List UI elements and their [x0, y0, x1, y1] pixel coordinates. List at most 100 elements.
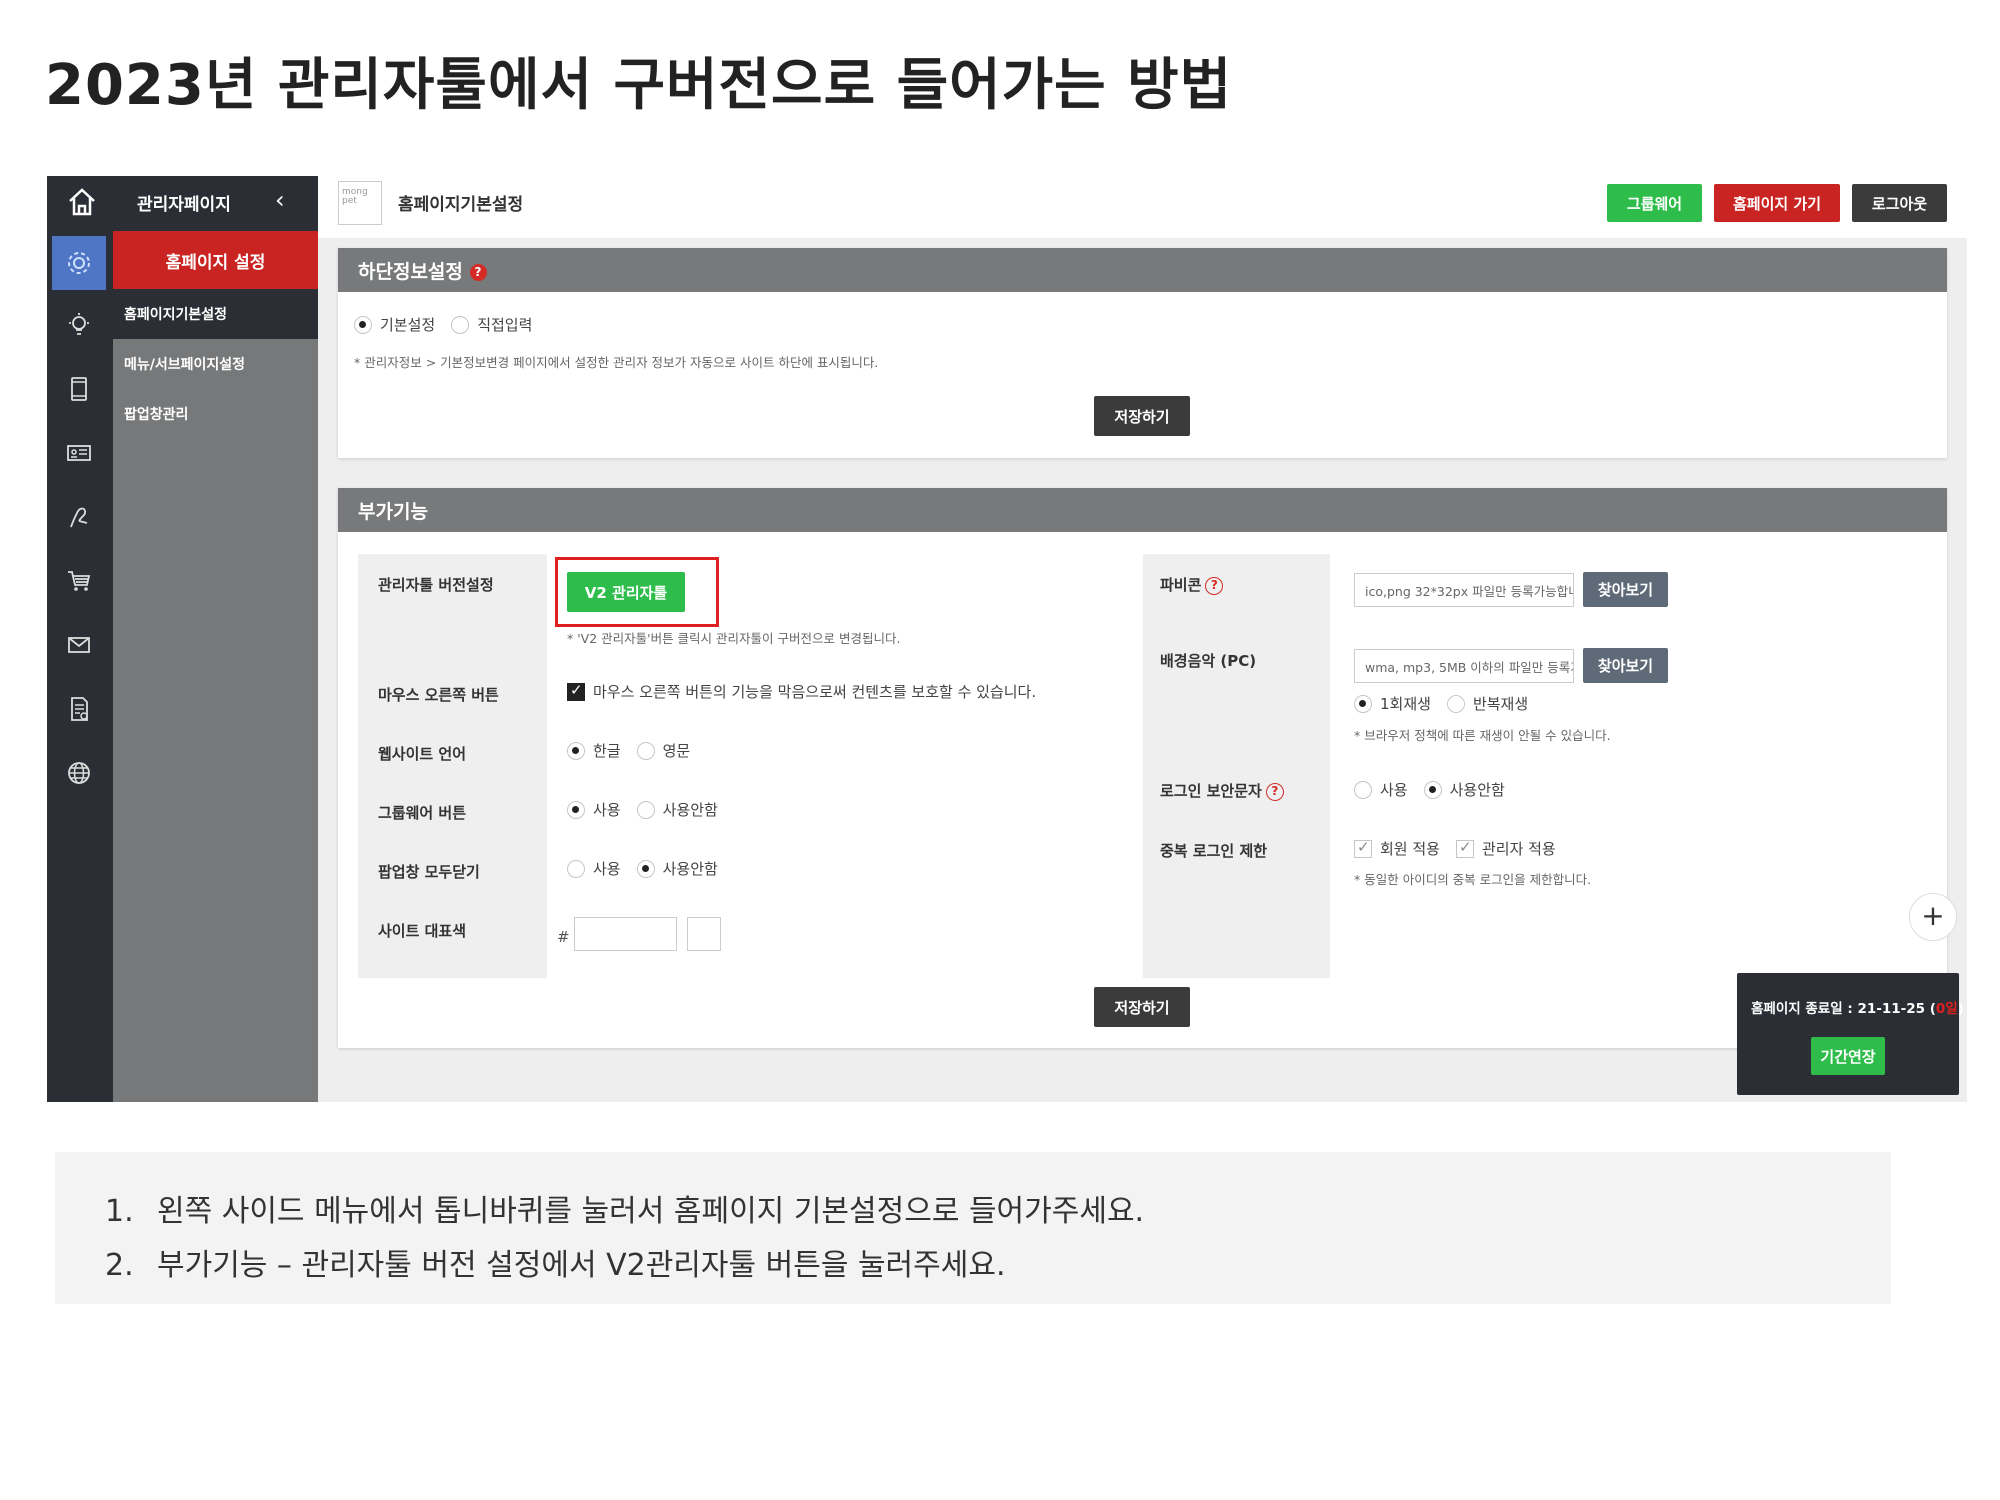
option-label: 영문 [662, 742, 691, 760]
instruction-2: 2. 부가기능 – 관리자툴 버전 설정에서 V2관리자툴 버튼을 눌러주세요. [105, 1240, 1006, 1284]
option-label: 관리자 적용 [1481, 840, 1556, 858]
expiry-paren: ) [1957, 1001, 1964, 1017]
language-options: 한글 영문 [567, 740, 706, 761]
groupware-button[interactable]: 그룹웨어 [1607, 184, 1702, 222]
bgm-options: 1회재생 반복재생 [1354, 693, 1544, 714]
help-icon[interactable]: ? [469, 264, 487, 281]
radio-use[interactable] [567, 859, 585, 878]
right-click-checkbox[interactable] [567, 681, 585, 701]
top-bar: mong pet 홈페이지기본설정 그룹웨어 홈페이지 가기 로그아웃 [318, 176, 1967, 238]
dup-login-note: * 동일한 아이디의 중복 로그인을 제한합니다. [1354, 872, 1592, 887]
option-label: 한글 [593, 742, 621, 760]
left-label-column [358, 554, 547, 978]
extra-features-card: 부가기능 관리자툴 버전설정 V2 관리자툴 * 'V2 관리자툴'버튼 클릭시… [338, 488, 1947, 1048]
language-label: 웹사이트 언어 [378, 745, 467, 763]
admin-screenshot: 관리자페이지 ‹ 홈페이지 설정 홈페이지기본설정 메뉴/서브페이지설정 팝업창… [47, 176, 1967, 1102]
radio-english[interactable] [636, 741, 655, 760]
collapse-chevron-icon[interactable]: ‹ [275, 186, 285, 214]
site-color-input[interactable] [574, 917, 677, 951]
page-title: 2023년 관리자툴에서 구버전으로 들어가는 방법 [45, 53, 1233, 118]
radio-not-use[interactable] [1423, 780, 1442, 799]
expiry-date: 홈페이지 종료일 : 21-11-25 ( [1751, 1001, 1936, 1017]
favicon-label-text: 파비콘 [1160, 576, 1202, 594]
submenu-title: 홈페이지 설정 [113, 231, 318, 289]
save-button[interactable]: 저장하기 [1094, 987, 1190, 1027]
radio-default[interactable] [354, 315, 372, 334]
option-label: 기본설정 [380, 316, 436, 334]
option-label: 사용 [593, 801, 621, 819]
captcha-options: 사용 사용안함 [1354, 779, 1521, 800]
admin-tool-note: * 'V2 관리자툴'버튼 클릭시 관리자툴이 구버전으로 변경됩니다. [567, 631, 901, 646]
gear-icon[interactable] [52, 236, 106, 290]
submenu-item-popup-manage[interactable]: 팝업창관리 [113, 389, 318, 439]
save-button[interactable]: 저장하기 [1094, 396, 1190, 436]
instruction-text: 부가기능 – 관리자툴 버전 설정에서 V2관리자툴 버튼을 눌러주세요. [157, 1248, 1006, 1283]
footer-info-options: 기본설정 직접입력 [354, 314, 548, 335]
bgm-file-input[interactable]: wma, mp3, 5MB 이하의 파일만 등록가능합니다 [1354, 649, 1574, 683]
site-color-label: 사이트 대표색 [378, 922, 467, 940]
dup-login-options: 회원 적용 관리자 적용 [1354, 838, 1572, 859]
instruction-text: 왼쪽 사이드 메뉴에서 톱니바퀴를 눌러서 홈페이지 기본설정으로 들어가주세요… [157, 1194, 1145, 1229]
radio-use[interactable] [567, 800, 585, 819]
groupware-options: 사용 사용안함 [567, 799, 734, 820]
brand-logo: mong pet [338, 181, 382, 225]
footer-info-header: 하단정보설정 ? [338, 248, 1947, 292]
topbar-title: 홈페이지기본설정 [398, 195, 524, 215]
globe-icon[interactable] [52, 746, 106, 800]
popup-close-options: 사용 사용안함 [567, 858, 734, 879]
right-click-label: 마우스 오른쪽 버튼 [378, 686, 499, 704]
radio-repeat[interactable] [1446, 694, 1465, 713]
bgm-note: * 브라우저 정책에 따른 재생이 안될 수 있습니다. [1354, 728, 1611, 743]
lightbulb-icon[interactable] [52, 298, 106, 352]
favicon-browse-button[interactable]: 찾아보기 [1583, 572, 1668, 607]
favicon-file-input[interactable]: ico,png 32*32px 파일만 등록가능합니다 [1354, 573, 1574, 607]
help-icon[interactable]: ? [1205, 576, 1224, 595]
member-checkbox[interactable] [1354, 838, 1372, 858]
radio-custom[interactable] [451, 315, 470, 334]
option-label: 사용안함 [1449, 781, 1505, 799]
extend-period-button[interactable]: 기간연장 [1811, 1037, 1885, 1075]
hash-prefix: # [557, 928, 570, 946]
plus-button[interactable]: + [1909, 893, 1957, 941]
groupware-label: 그룹웨어 버튼 [378, 804, 467, 822]
help-icon[interactable]: ? [1265, 782, 1284, 801]
submenu-item-menu-settings[interactable]: 메뉴/서브페이지설정 [113, 339, 318, 389]
sidebar-title: 관리자페이지 [137, 195, 231, 215]
option-label: 사용안함 [662, 860, 718, 878]
option-label: 회원 적용 [1380, 840, 1440, 858]
right-click-text: 마우스 오른쪽 버튼의 기능을 막음으로써 컨텐츠를 보호할 수 있습니다. [593, 683, 1037, 701]
expiry-text: 홈페이지 종료일 : 21-11-25 (0일) [1751, 997, 1964, 1017]
document-icon[interactable] [52, 682, 106, 736]
option-label: 사용 [593, 860, 621, 878]
radio-not-use[interactable] [636, 800, 655, 819]
tablet-icon[interactable] [52, 362, 106, 416]
captcha-label-text: 로그인 보안문자 [1160, 782, 1262, 800]
instruction-number: 2. [105, 1248, 134, 1283]
go-homepage-button[interactable]: 홈페이지 가기 [1714, 184, 1840, 222]
radio-play-once[interactable] [1354, 694, 1372, 713]
admin-checkbox[interactable] [1455, 838, 1474, 858]
hand-icon[interactable] [52, 490, 106, 544]
dup-login-label: 중복 로그인 제한 [1160, 842, 1268, 860]
id-card-icon[interactable] [52, 426, 106, 480]
expiry-widget: 홈페이지 종료일 : 21-11-25 (0일) 기간연장 [1737, 973, 1964, 1095]
radio-korean[interactable] [567, 741, 585, 760]
logout-button[interactable]: 로그아웃 [1852, 184, 1947, 222]
mail-icon[interactable] [52, 618, 106, 672]
admin-tool-label: 관리자툴 버전설정 [378, 576, 494, 594]
instruction-number: 1. [105, 1194, 134, 1229]
footer-info-card: 하단정보설정 ? 기본설정 직접입력 * 관리자정보 > 기본정보변경 페이지에서… [338, 248, 1947, 458]
option-label: 직접입력 [477, 316, 533, 334]
instruction-1: 1. 왼쪽 사이드 메뉴에서 톱니바퀴를 눌러서 홈페이지 기본설정으로 들어가주… [105, 1186, 1144, 1230]
home-icon[interactable] [67, 186, 97, 218]
submenu-item-basic-settings[interactable]: 홈페이지기본설정 [113, 289, 318, 339]
v2-admin-tool-button[interactable]: V2 관리자툴 [567, 572, 685, 612]
radio-not-use[interactable] [636, 859, 655, 878]
color-swatch[interactable] [687, 917, 721, 951]
popup-close-label: 팝업창 모두닫기 [378, 863, 480, 881]
option-label: 1회재생 [1380, 695, 1431, 713]
bgm-browse-button[interactable]: 찾아보기 [1583, 648, 1668, 683]
cart-icon[interactable] [52, 554, 106, 608]
radio-use[interactable] [1354, 780, 1372, 799]
instructions-box: 1. 왼쪽 사이드 메뉴에서 톱니바퀴를 눌러서 홈페이지 기본설정으로 들어가주… [55, 1152, 1891, 1304]
